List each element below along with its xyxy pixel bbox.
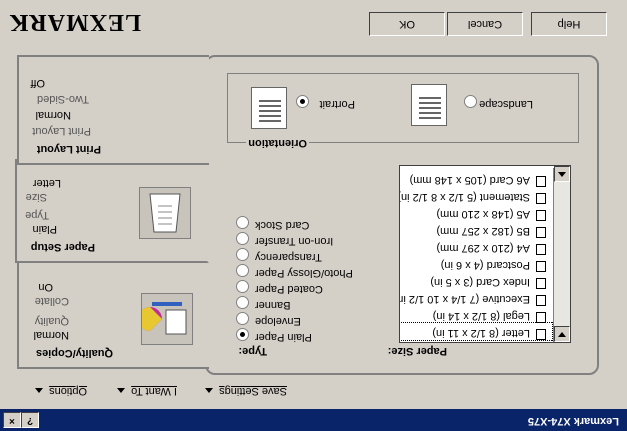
scroll-down-button[interactable] [554,326,570,342]
quality-copies-label: Quality/Copies [35,347,113,359]
list-item-label: A6 Card (105 x 148 mm) [409,174,530,186]
quality-value: Normal [33,329,69,341]
paper-type-label: Card Stock [255,219,310,231]
save-settings-link[interactable]: Save Settings [205,385,287,397]
tab-print-layout[interactable]: Print Layout Print Layout Normal Two-Sid… [17,55,209,165]
page-size-icon [536,176,546,187]
list-item-label: Statement (5 1/2 x 8 1/2 in) [399,191,530,203]
print-layout-label: Print Layout [36,143,101,155]
expand-arrow-icon [205,388,214,394]
list-item-label: Index Card (3 x 5 in) [430,276,530,288]
paper-setup-icon [139,187,191,239]
options-label: Options [49,385,87,397]
save-settings-label: Save Settings [219,385,287,397]
collate-value: On [38,281,53,293]
list-item-label: Letter (8 1/2 x 11 in) [432,327,530,339]
scroll-up-icon [558,172,566,177]
list-item[interactable]: Statement (5 1/2 x 8 1/2 in) [399,187,552,204]
paper-size-header: Paper Size: [387,345,447,357]
list-item-label: Legal (8 1/2 x 14 in) [432,310,530,322]
landscape-preview-icon [411,84,447,126]
tab-paper-setup[interactable]: Paper Setup Plain Type Size Letter [15,159,209,263]
list-item-label: B5 (182 x 257 mm) [436,225,530,237]
expand-arrow-icon [35,388,44,394]
portrait-label: Portrait [319,98,355,110]
paper-type-label: Envelope [255,315,301,327]
help-icon[interactable]: ? [21,412,39,428]
list-item[interactable]: Executive (7 1/4 x 10 1/2 in) [399,289,552,306]
landscape-radio[interactable] [464,95,477,108]
two-sided-value: Off [30,77,45,89]
paper-size-value: Letter [32,177,61,189]
paper-type-label: Transparency [255,251,322,263]
paper-type-label: Banner [255,299,291,311]
paper-type-header: Type: [238,345,267,357]
page-size-icon [536,278,546,289]
paper-size-list[interactable]: A6 Card (105 x 148 mm) Statement (5 1/2 x… [399,165,571,343]
paper-type-radio[interactable] [236,312,249,325]
page-size-icon [536,312,546,323]
paper-setup-label: Paper Setup [30,241,95,253]
paper-type-radio[interactable] [236,248,249,261]
orientation-header: Orientation [246,137,309,149]
paper-type-label: Photo/Glossy Paper [255,267,353,279]
list-item-label: A5 (148 x 210 mm) [436,208,530,220]
paper-type-radio[interactable] [236,328,249,341]
ok-button[interactable]: OK [369,12,445,36]
landscape-label: Landscape [479,98,533,110]
page-size-icon [536,210,546,221]
list-item[interactable]: Postcard (4 x 6 in) [399,255,552,272]
page-size-icon [536,295,546,306]
page-size-icon [536,227,546,238]
page-size-icon [536,193,546,204]
size-option: Size [25,191,47,203]
collate-option: Collate [34,295,69,307]
paper-type-radio[interactable] [236,264,249,277]
printer-properties-dialog: Lexmark X74-X75 ? × Save Settings I Want… [0,0,627,431]
page-size-icon [536,261,546,272]
quality-option: Quality [34,315,69,327]
list-item[interactable]: Letter (8 1/2 x 11 in) [399,322,553,341]
list-item-label: Executive (7 1/4 x 10 1/2 in) [399,293,530,305]
paper-type-label: Iron-on Transfer [255,235,334,247]
options-link[interactable]: Options [35,385,87,397]
list-item[interactable]: Legal (8 1/2 x 14 in) [399,306,552,323]
i-want-to-label: I Want To [131,385,177,397]
scroll-up-button[interactable] [554,166,570,182]
list-item[interactable]: B5 (182 x 257 mm) [399,221,552,238]
help-button[interactable]: Help [531,12,607,36]
paper-type-label: Plain Paper [255,331,312,343]
paper-type-radio[interactable] [236,296,249,309]
print-layout-option: Print Layout [32,125,91,137]
window-title: Lexmark X74-X75 [527,415,619,427]
cancel-button[interactable]: Cancel [447,12,523,36]
portrait-preview-icon [251,87,287,129]
portrait-radio[interactable] [296,95,309,108]
page-size-icon [536,244,546,255]
tab-quality-copies[interactable]: Quality/Copies Quality Normal Collate On [17,257,209,369]
list-item-label: Postcard (4 x 6 in) [440,259,530,271]
list-item[interactable]: Index Card (3 x 5 in) [399,272,552,289]
i-want-to-link[interactable]: I Want To [117,385,177,397]
title-bar: Lexmark X74-X75 ? × [0,409,627,431]
paper-type-radio[interactable] [236,280,249,293]
list-item[interactable]: A4 (210 x 297 mm) [399,238,552,255]
list-item[interactable]: A5 (148 x 210 mm) [399,204,552,221]
two-sided-option: Two-Sided [37,93,89,105]
list-scrollbar[interactable] [553,166,570,342]
paper-type-radio[interactable] [236,216,249,229]
paper-type-value: Plain [32,223,57,235]
print-layout-value: Normal [35,109,71,121]
page-size-icon [536,329,546,340]
paper-type-radio[interactable] [236,232,249,245]
paper-type-label: Coated Paper [255,283,323,295]
quality-copies-icon [138,293,193,345]
lexmark-logo: LEXMARK [8,9,141,35]
expand-arrow-icon [117,388,126,394]
list-item-label: A4 (210 x 297 mm) [436,242,530,254]
close-icon[interactable]: × [3,412,21,428]
scroll-down-icon [558,332,566,337]
list-item[interactable]: A6 Card (105 x 148 mm) [399,170,552,187]
type-option: Type [25,209,49,221]
